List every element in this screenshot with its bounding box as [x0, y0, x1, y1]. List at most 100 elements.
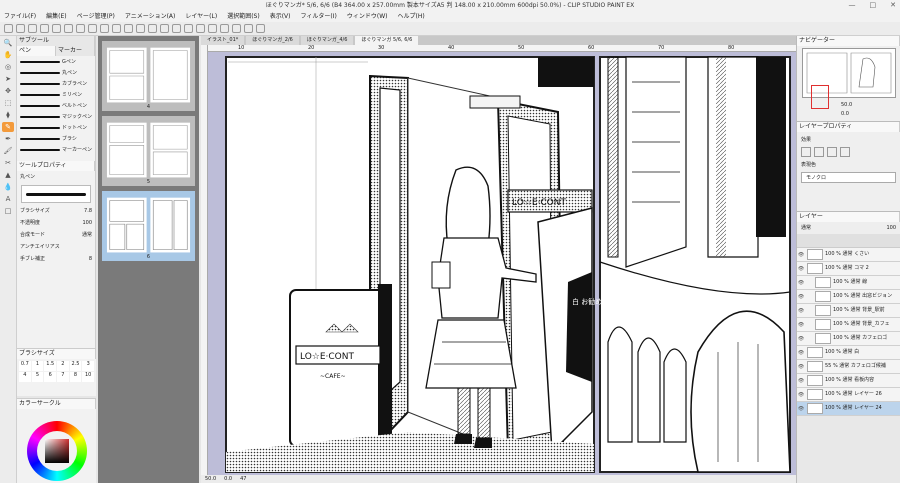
move-layer-icon[interactable]: ✥: [2, 86, 14, 96]
eye-icon[interactable]: 👁: [797, 336, 805, 342]
cmd-button[interactable]: [160, 24, 169, 33]
blend-mode-select[interactable]: 通常: [801, 222, 811, 234]
size-preset[interactable]: 3: [82, 361, 94, 371]
brush-item[interactable]: マジックペン: [17, 111, 95, 122]
effect-button[interactable]: [840, 147, 850, 157]
size-preset[interactable]: 6: [44, 372, 56, 382]
effect-button[interactable]: [801, 147, 811, 157]
prop-opacity[interactable]: 不透明度 100: [17, 217, 95, 229]
blend-icon[interactable]: 💧: [2, 182, 14, 192]
text-icon[interactable]: A: [2, 194, 14, 204]
nav-angle[interactable]: 0.0: [841, 111, 849, 117]
page-thumb[interactable]: 5: [102, 116, 195, 186]
layer-row[interactable]: 👁 100 % 通常 看板内容: [797, 374, 900, 388]
brush-item[interactable]: 丸ペン: [17, 67, 95, 78]
layer-row[interactable]: 👁 100 % 通常 背景_カフェ: [797, 318, 900, 332]
cmd-button[interactable]: [136, 24, 145, 33]
size-preset[interactable]: 2: [57, 361, 69, 371]
eye-icon[interactable]: 👁: [797, 378, 805, 384]
cmd-button[interactable]: [16, 24, 25, 33]
cmd-button[interactable]: [208, 24, 217, 33]
cmd-button[interactable]: [88, 24, 97, 33]
canvas[interactable]: LO☆E·CONT 白 お勧め LO☆E·CONT ~CAFE~: [208, 52, 796, 475]
tab-pen[interactable]: ペン: [17, 46, 56, 56]
eraser-icon[interactable]: ✂: [2, 158, 14, 168]
expression-select[interactable]: モノクロ: [801, 172, 896, 183]
eye-icon[interactable]: 👁: [797, 266, 805, 272]
eye-icon[interactable]: 👁: [797, 392, 805, 398]
operation-icon[interactable]: ◎: [2, 62, 14, 72]
eye-icon[interactable]: 👁: [797, 280, 805, 286]
size-preset[interactable]: 8: [69, 372, 82, 382]
fill-icon[interactable]: ▲: [2, 170, 14, 180]
size-preset[interactable]: 7: [57, 372, 69, 382]
brush-item[interactable]: カブラペン: [17, 78, 95, 89]
color-wheel[interactable]: [27, 421, 87, 481]
size-preset[interactable]: 0.7: [19, 361, 31, 371]
size-preset[interactable]: 4: [19, 372, 31, 382]
effect-button[interactable]: [814, 147, 824, 157]
size-preset[interactable]: 2.5: [69, 361, 82, 371]
cmd-button[interactable]: [148, 24, 157, 33]
hand-icon[interactable]: ✋: [2, 50, 14, 60]
cmd-button[interactable]: [28, 24, 37, 33]
cmd-button[interactable]: [4, 24, 13, 33]
layer-row[interactable]: 👁 100 % 通常 レイヤー 26: [797, 388, 900, 402]
prop-stabilization[interactable]: 手ブレ補正 8: [17, 253, 95, 265]
maximize-icon[interactable]: □: [870, 0, 877, 11]
layer-row[interactable]: 👁 100 % 通常 背景_駅前: [797, 304, 900, 318]
doc-tab[interactable]: ほぐりマンガ_2/6: [246, 36, 299, 45]
cmd-button[interactable]: [76, 24, 85, 33]
layer-row[interactable]: 👁 100 % 通常 カフェロゴ: [797, 332, 900, 346]
brush-item[interactable]: ブラシ: [17, 133, 95, 144]
size-preset[interactable]: 10: [82, 372, 94, 382]
close-icon[interactable]: ✕: [890, 0, 896, 11]
zoom-icon[interactable]: 🔍: [2, 38, 14, 48]
menu-animation[interactable]: アニメーション(A): [125, 11, 176, 22]
brush-item[interactable]: ベルトペン: [17, 100, 95, 111]
cmd-button[interactable]: [112, 24, 121, 33]
layer-row[interactable]: 👁 100 % 通常 くさい: [797, 248, 900, 262]
tab-marker[interactable]: マーカー: [56, 46, 95, 56]
menu-window[interactable]: ウィンドウ(W): [347, 11, 388, 22]
cmd-button[interactable]: [196, 24, 205, 33]
cmd-button[interactable]: [232, 24, 241, 33]
cmd-button[interactable]: [244, 24, 253, 33]
size-preset[interactable]: 1.5: [44, 361, 56, 371]
eyedropper-icon[interactable]: ⧫: [2, 110, 14, 120]
layer-row[interactable]: 👁 100 % 通常 コマ 2: [797, 262, 900, 276]
eye-icon[interactable]: 👁: [797, 308, 805, 314]
opacity-value[interactable]: 100: [886, 222, 896, 234]
effect-button[interactable]: [827, 147, 837, 157]
menu-select[interactable]: 選択範囲(S): [227, 11, 260, 22]
navigator-viewport[interactable]: [811, 85, 829, 109]
layer-row[interactable]: 👁 100 % 通常 出窓ビジョン: [797, 290, 900, 304]
cmd-button[interactable]: [52, 24, 61, 33]
pencil-icon[interactable]: ✒: [2, 134, 14, 144]
doc-tab[interactable]: イラスト_01*: [201, 36, 245, 45]
color-square[interactable]: [45, 439, 69, 463]
size-preset[interactable]: 5: [31, 372, 44, 382]
menu-edit[interactable]: 編集(E): [46, 11, 66, 22]
brush-item[interactable]: ドットペン: [17, 122, 95, 133]
nav-zoom[interactable]: 50.0: [841, 102, 852, 108]
cmd-button[interactable]: [124, 24, 133, 33]
selection-icon[interactable]: ⬚: [2, 98, 14, 108]
menu-help[interactable]: ヘルプ(H): [397, 11, 424, 22]
layer-row[interactable]: 👁 55 % 通常 カフェロゴ候補: [797, 360, 900, 374]
brush-item[interactable]: ミリペン: [17, 89, 95, 100]
cmd-button[interactable]: [256, 24, 265, 33]
move-icon[interactable]: ➤: [2, 74, 14, 84]
navigator-preview[interactable]: [802, 48, 896, 109]
layer-row[interactable]: 👁 100 % 通常 白: [797, 346, 900, 360]
doc-tab-active[interactable]: ほぐりマンガ 5/6, 6/6: [355, 36, 419, 45]
layer-row[interactable]: 👁 100 % 通常 線: [797, 276, 900, 290]
eye-icon[interactable]: 👁: [797, 294, 805, 300]
prop-blend[interactable]: 合成モード 通常: [17, 229, 95, 241]
cmd-button[interactable]: [64, 24, 73, 33]
menu-page[interactable]: ページ管理(P): [77, 11, 115, 22]
prop-antialias[interactable]: アンチエイリアス: [17, 241, 95, 253]
eye-icon[interactable]: 👁: [797, 364, 805, 370]
minimize-icon[interactable]: —: [849, 0, 856, 11]
brush-icon[interactable]: 🖌: [2, 146, 14, 156]
